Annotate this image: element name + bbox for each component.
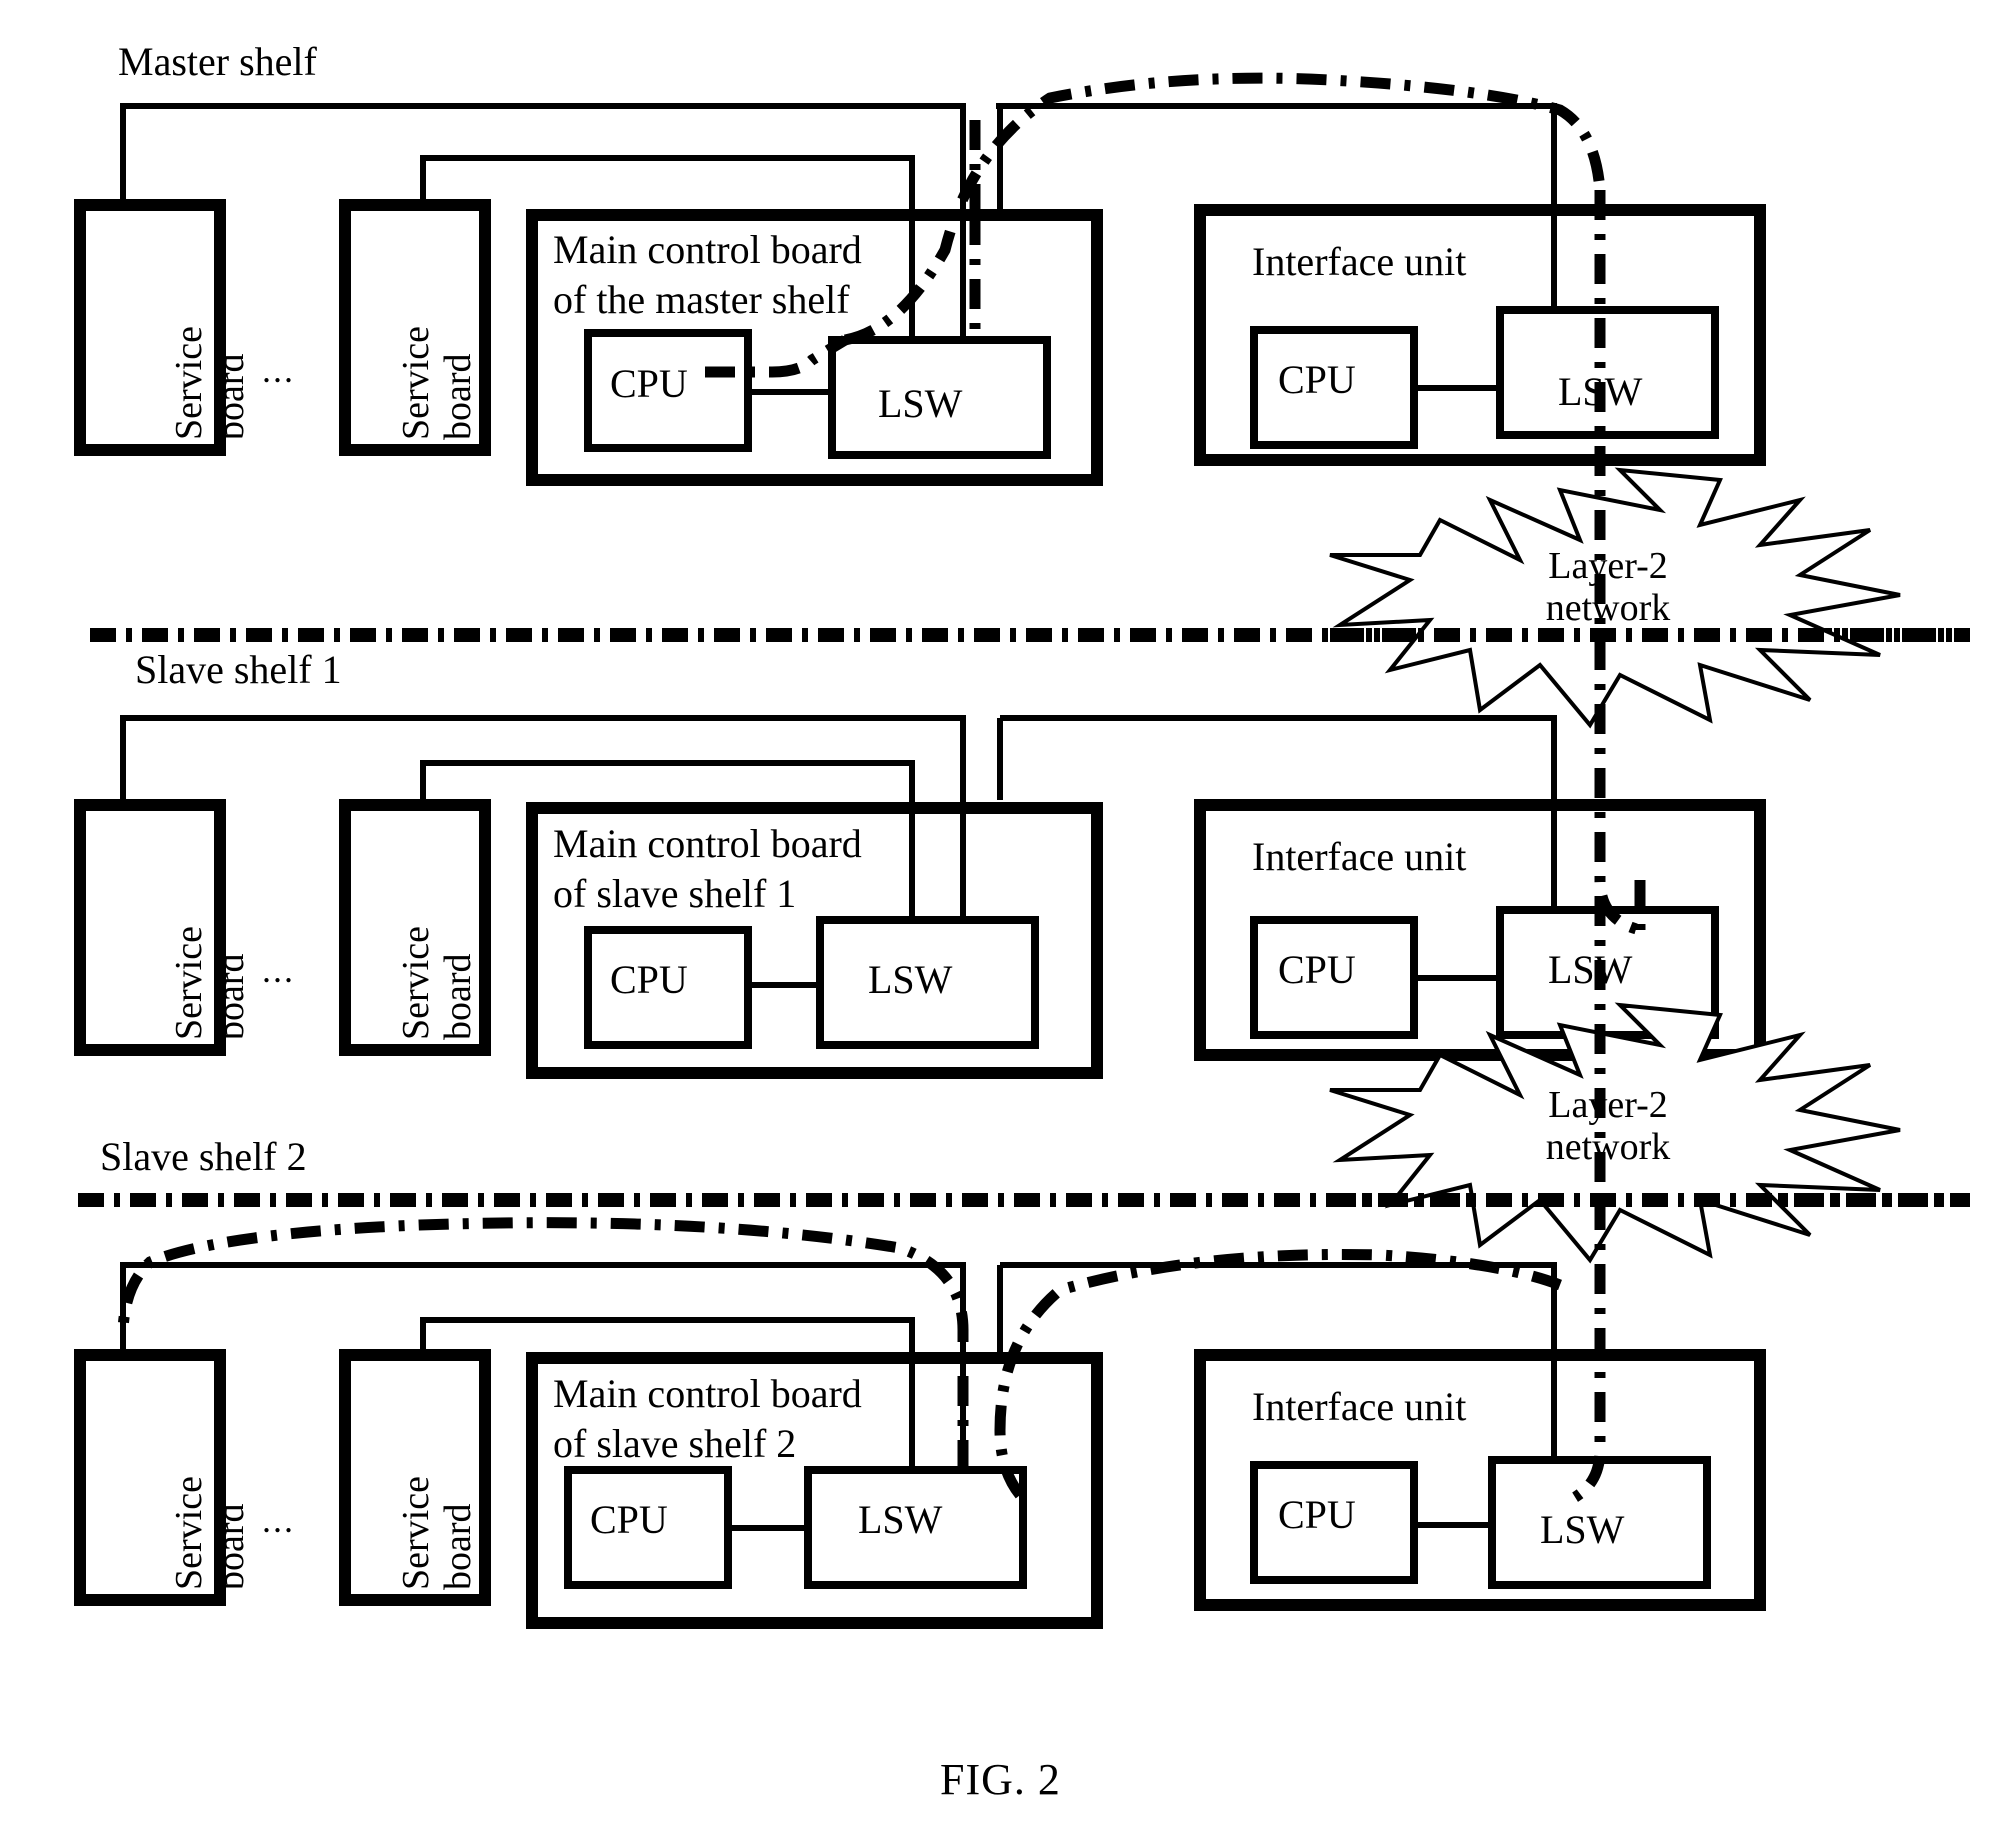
main-control-board-title-line1: Main control board bbox=[553, 227, 862, 272]
service-board-label: Service bbox=[168, 926, 211, 1040]
main-control-board-title-line1: Main control board bbox=[553, 1371, 862, 1416]
lsw-label: LSW bbox=[878, 381, 963, 426]
service-board-line2: board bbox=[210, 1503, 252, 1590]
service-board-label: Service bbox=[395, 326, 438, 440]
slave2-shelf-bus-lines bbox=[120, 1262, 1557, 1470]
cpu-label: CPU bbox=[1278, 1492, 1356, 1537]
layer2-network-line2: network bbox=[1545, 586, 1671, 629]
lsw-label: LSW bbox=[868, 957, 953, 1002]
lsw-label: LSW bbox=[1540, 1507, 1625, 1552]
cpu-label: CPU bbox=[1278, 947, 1356, 992]
service-board-label: Service bbox=[395, 1476, 438, 1590]
cpu-label: CPU bbox=[590, 1497, 668, 1542]
shelf-title-master: Master shelf bbox=[118, 39, 317, 84]
service-board-line2: board bbox=[210, 353, 252, 440]
service-board-label: board bbox=[437, 1503, 480, 1590]
cpu-label: CPU bbox=[610, 361, 688, 406]
service-board-line2: board bbox=[210, 953, 252, 1040]
service-board-line1: Service bbox=[395, 1476, 437, 1590]
service-board-ellipsis: ... bbox=[262, 350, 295, 390]
signal-path-master-cpu-lsw bbox=[705, 335, 848, 378]
service-board-line1: Service bbox=[168, 326, 210, 440]
figure-canvas: .thin { fill:none; stroke:#000; stroke-w… bbox=[0, 0, 2012, 1840]
service-board-label: Service bbox=[395, 926, 438, 1040]
service-board-line1: Service bbox=[395, 326, 437, 440]
service-board-line1: Service bbox=[168, 926, 210, 1040]
layer2-network-label: Layer-2 network bbox=[1508, 545, 1708, 630]
lsw-label: LSW bbox=[1558, 369, 1643, 414]
service-board-label: board bbox=[210, 353, 253, 440]
cpu-label: CPU bbox=[610, 957, 688, 1002]
shelf-title-slave2: Slave shelf 2 bbox=[100, 1134, 307, 1179]
service-board-label: board bbox=[210, 953, 253, 1040]
service-board-line2: board bbox=[437, 353, 479, 440]
service-board-line1: Service bbox=[168, 1476, 210, 1590]
service-board-line1: Service bbox=[395, 926, 437, 1040]
main-control-board-title-line2: of slave shelf 2 bbox=[553, 1421, 797, 1466]
cpu-label: CPU bbox=[1278, 357, 1356, 402]
main-control-board-title-line2: of the master shelf bbox=[553, 277, 850, 322]
interface-unit-title: Interface unit bbox=[1252, 834, 1467, 879]
service-board-ellipsis: ... bbox=[262, 950, 295, 990]
service-board-line2: board bbox=[437, 953, 479, 1040]
layer2-network-line1: Layer-2 bbox=[1548, 545, 1668, 587]
diagram-graphics: .thin { fill:none; stroke:#000; stroke-w… bbox=[74, 72, 1970, 1629]
figure-caption: FIG. 2 bbox=[940, 1755, 1061, 1804]
lsw-label: LSW bbox=[1548, 947, 1633, 992]
service-board-label: Service bbox=[168, 326, 211, 440]
service-board-label: Service bbox=[168, 1476, 211, 1590]
signal-path-slave2-left-loop bbox=[117, 1217, 969, 1470]
service-board-label: board bbox=[437, 953, 480, 1040]
service-board-line2: board bbox=[437, 1503, 479, 1590]
interface-unit-title: Interface unit bbox=[1252, 1384, 1467, 1429]
signal-path-slave2-lsw-out bbox=[994, 1248, 1562, 1499]
main-control-board-title-line1: Main control board bbox=[553, 821, 862, 866]
slave1-shelf-bus-lines bbox=[120, 715, 1557, 920]
service-board-label: board bbox=[437, 353, 480, 440]
service-board-label: board bbox=[210, 1503, 253, 1590]
shelf-title-slave1: Slave shelf 1 bbox=[135, 647, 342, 692]
layer2-network-line2: network bbox=[1545, 1125, 1671, 1168]
interface-unit-title: Interface unit bbox=[1252, 239, 1467, 284]
service-board-ellipsis: ... bbox=[262, 1500, 295, 1540]
layer2-network-line1: Layer-2 bbox=[1548, 1084, 1668, 1126]
layer2-network-label: Layer-2 network bbox=[1508, 1084, 1708, 1169]
lsw-label: LSW bbox=[858, 1497, 943, 1542]
main-control-board-title-line2: of slave shelf 1 bbox=[553, 871, 797, 916]
